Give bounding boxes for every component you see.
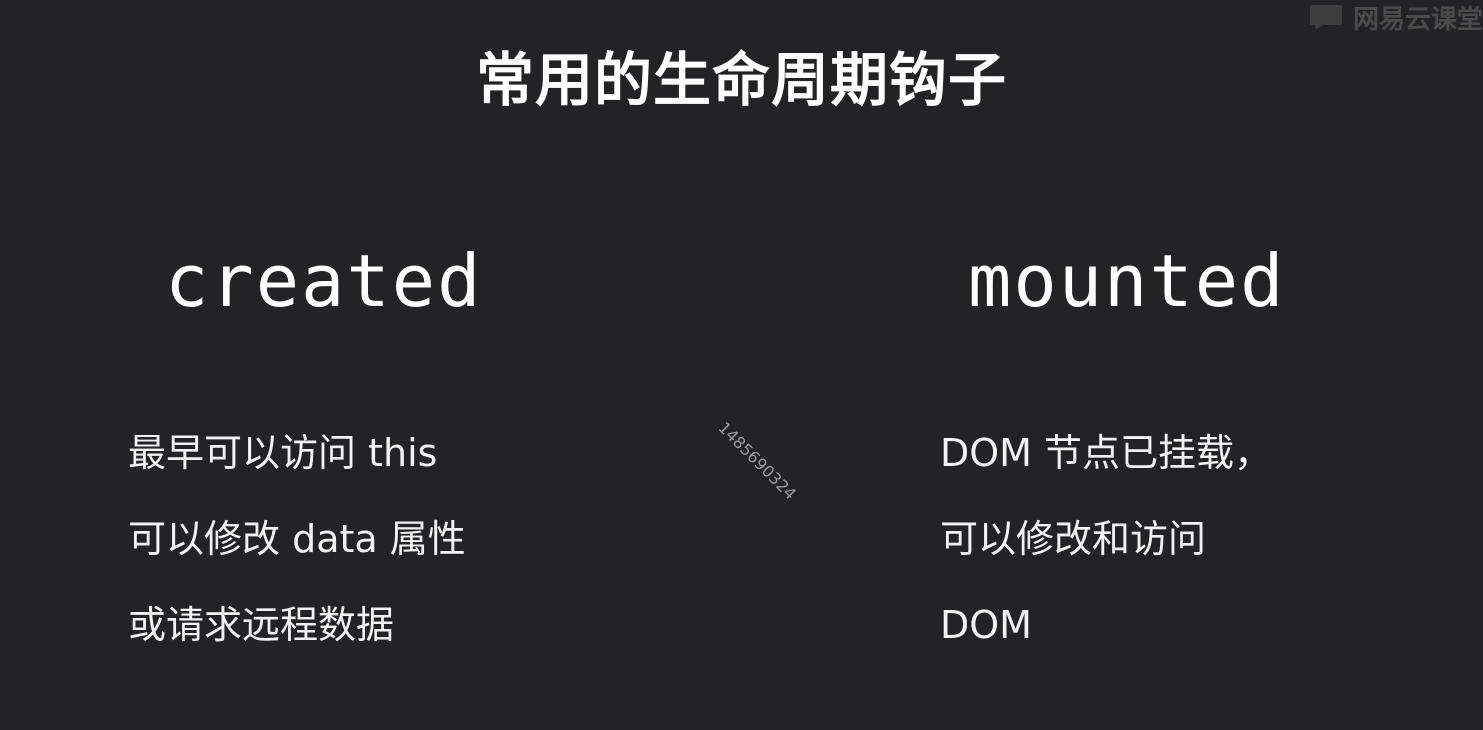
chat-bubble-icon	[1309, 5, 1342, 30]
mounted-line-2: 可以修改和访问	[940, 517, 1207, 561]
mounted-description: DOM 节点已挂载， 可以修改和访问 DOM	[940, 410, 1272, 668]
hook-created-label: created	[165, 239, 483, 323]
mounted-line-1: DOM 节点已挂载，	[940, 431, 1273, 475]
slide-title: 常用的生命周期钩子	[475, 46, 1007, 114]
user-id-watermark: 1485690324	[714, 418, 800, 504]
mounted-line-3: DOM	[940, 603, 1032, 647]
hook-mounted-label: mounted	[968, 239, 1286, 323]
created-line-3: 或请求远程数据	[128, 603, 395, 647]
created-description: 最早可以访问 this 可以修改 data 属性 或请求远程数据	[128, 410, 466, 668]
created-line-2: 可以修改 data 属性	[128, 517, 466, 561]
brand-logo: 网易云课堂	[1309, 0, 1483, 35]
created-line-1: 最早可以访问 this	[128, 431, 438, 475]
brand-text: 网易云课堂	[1352, 4, 1483, 35]
